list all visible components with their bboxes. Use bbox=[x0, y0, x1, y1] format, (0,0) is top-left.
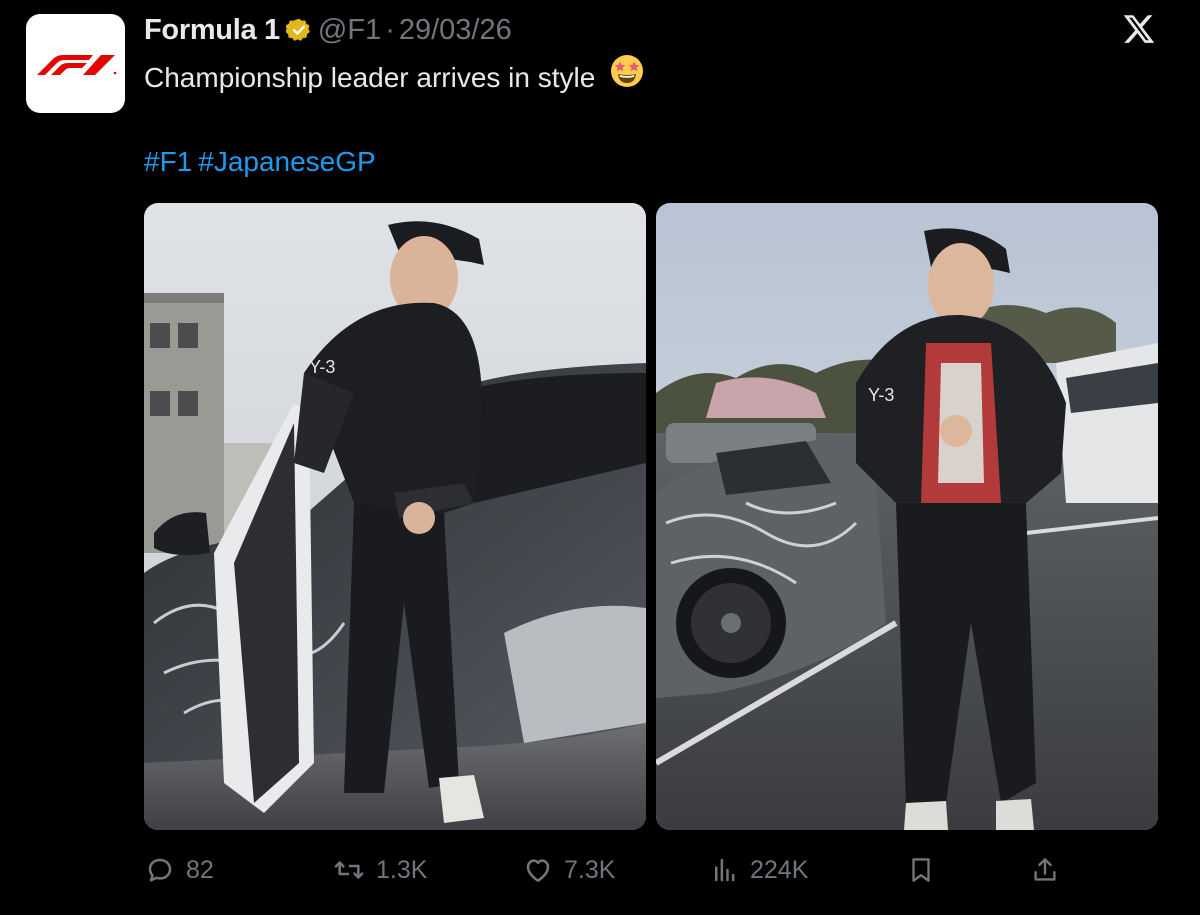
repost-count: 1.3K bbox=[376, 855, 428, 884]
heart-icon bbox=[526, 859, 550, 882]
avatar[interactable] bbox=[26, 14, 125, 113]
svg-text:Y-3: Y-3 bbox=[868, 385, 894, 405]
verified-badge-icon bbox=[285, 17, 312, 43]
media-grid: Y-3 Y-3 bbox=[144, 203, 1158, 830]
separator-dot: · bbox=[385, 13, 395, 46]
bookmark-button[interactable] bbox=[906, 848, 936, 892]
repost-button[interactable]: 1.3K bbox=[332, 848, 427, 892]
reply-button[interactable]: 82 bbox=[144, 848, 214, 892]
media-photo[interactable]: Y-3 bbox=[144, 203, 646, 830]
handle[interactable]: @F1 bbox=[318, 14, 381, 47]
bookmark-icon bbox=[912, 858, 930, 882]
reply-bubble-icon bbox=[148, 858, 172, 882]
post-date[interactable]: 29/03/26 bbox=[399, 14, 512, 47]
views-button[interactable]: 224K bbox=[710, 848, 808, 892]
star-struck-emoji-icon bbox=[609, 53, 645, 100]
tweet-card[interactable]: Formula 1 @F1 · 29/03/26 Championship le… bbox=[0, 0, 1200, 915]
hashtag-link[interactable]: #F1 bbox=[144, 146, 192, 177]
tweet-text: Championship leader arrives in style bbox=[144, 53, 645, 103]
share-button[interactable] bbox=[1030, 848, 1060, 892]
media-photo[interactable]: Y-3 bbox=[656, 203, 1158, 830]
tweet-header: Formula 1 @F1 · 29/03/26 bbox=[144, 10, 512, 50]
like-button[interactable]: 7.3K bbox=[522, 848, 615, 892]
svg-text:Y-3: Y-3 bbox=[309, 357, 335, 377]
reply-count: 82 bbox=[186, 855, 214, 884]
display-name[interactable]: Formula 1 bbox=[144, 14, 280, 47]
hashtags: #F1 #JapaneseGP bbox=[144, 142, 382, 182]
action-bar: 82 1.3K 7.3K 224K bbox=[144, 848, 1164, 892]
f1-logo-icon bbox=[36, 54, 116, 75]
like-count: 7.3K bbox=[564, 855, 616, 884]
views-bars-icon bbox=[715, 858, 735, 882]
views-count: 224K bbox=[750, 855, 809, 884]
x-logo-icon bbox=[1122, 12, 1156, 46]
repost-icon bbox=[334, 861, 364, 879]
tweet-text-content: Championship leader arrives in style bbox=[144, 61, 596, 93]
share-icon bbox=[1034, 858, 1056, 881]
hashtag-link[interactable]: #JapaneseGP bbox=[198, 146, 375, 177]
